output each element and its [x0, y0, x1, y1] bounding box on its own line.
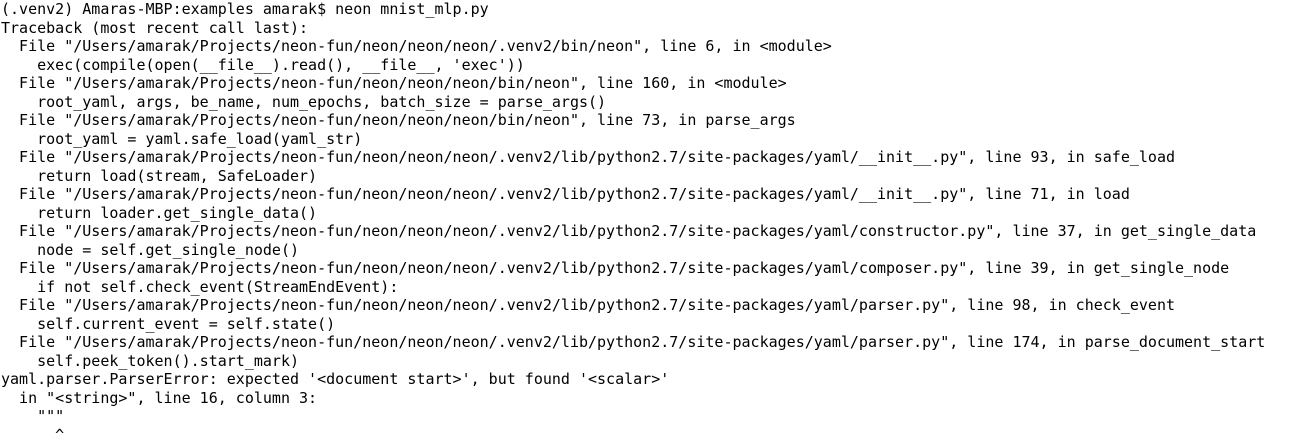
terminal-line: self.current_event = self.state() — [1, 315, 1313, 334]
terminal-line: root_yaml, args, be_name, num_epochs, ba… — [1, 93, 1313, 112]
terminal-line: return load(stream, SafeLoader) — [1, 167, 1313, 186]
terminal-line: return loader.get_single_data() — [1, 204, 1313, 223]
terminal-line: if not self.check_event(StreamEndEvent): — [1, 278, 1313, 297]
terminal-line: File "/Users/amarak/Projects/neon-fun/ne… — [1, 333, 1313, 352]
terminal-line: File "/Users/amarak/Projects/neon-fun/ne… — [1, 74, 1313, 93]
terminal-line: root_yaml = yaml.safe_load(yaml_str) — [1, 130, 1313, 149]
terminal-line: exec(compile(open(__file__).read(), __fi… — [1, 56, 1313, 75]
terminal-line-traceback-header: Traceback (most recent call last): — [1, 19, 1313, 38]
terminal-line-error-snippet: """ — [1, 407, 1313, 426]
terminal-line: self.peek_token().start_mark) — [1, 352, 1313, 371]
terminal-line: node = self.get_single_node() — [1, 241, 1313, 260]
terminal-line-error-message: yaml.parser.ParserError: expected '<docu… — [1, 370, 1313, 389]
terminal-line: File "/Users/amarak/Projects/neon-fun/ne… — [1, 148, 1313, 167]
terminal-line-error-caret: ^ — [1, 426, 1313, 444]
terminal-line: File "/Users/amarak/Projects/neon-fun/ne… — [1, 37, 1313, 56]
terminal-line-error-location: in "<string>", line 16, column 3: — [1, 389, 1313, 408]
terminal-line: File "/Users/amarak/Projects/neon-fun/ne… — [1, 222, 1313, 241]
terminal-line-prompt-command: (.venv2) Amaras-MBP:examples amarak$ neo… — [1, 0, 1313, 19]
terminal-output[interactable]: (.venv2) Amaras-MBP:examples amarak$ neo… — [0, 0, 1313, 442]
terminal-line: File "/Users/amarak/Projects/neon-fun/ne… — [1, 259, 1313, 278]
terminal-line: File "/Users/amarak/Projects/neon-fun/ne… — [1, 111, 1313, 130]
terminal-line: File "/Users/amarak/Projects/neon-fun/ne… — [1, 185, 1313, 204]
terminal-line: File "/Users/amarak/Projects/neon-fun/ne… — [1, 296, 1313, 315]
